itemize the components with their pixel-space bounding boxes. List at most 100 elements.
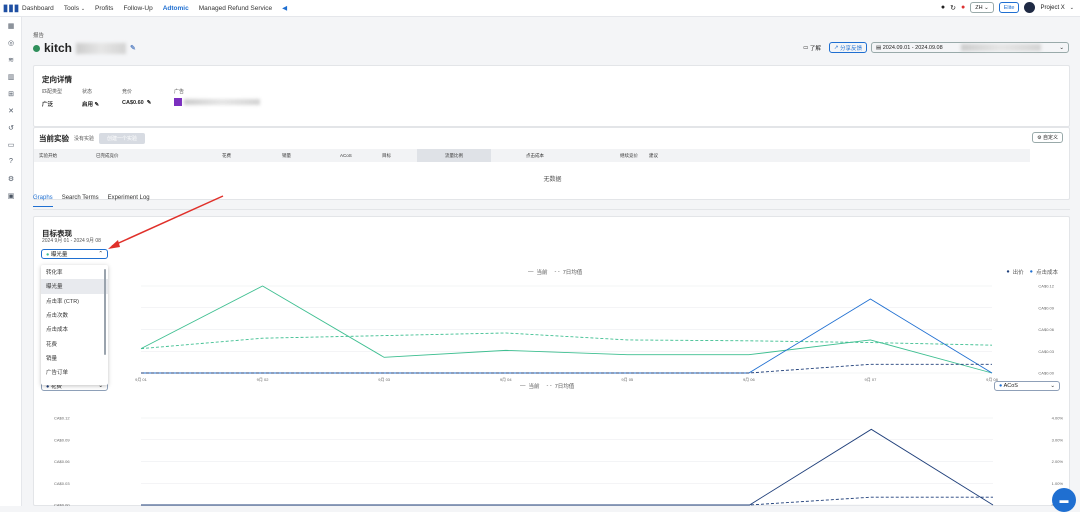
y-tick-label-right: 4.00%	[1052, 416, 1064, 421]
x-tick-label: 9月 02	[257, 377, 270, 382]
nav-follow-up[interactable]: Follow-Up	[123, 5, 152, 12]
redacted-text	[961, 44, 1041, 51]
pin-icon[interactable]: ◀	[282, 4, 287, 12]
calendar-icon[interactable]: ▭	[0, 136, 22, 153]
learn-label: 了解	[810, 44, 821, 52]
bid-label: 竞价	[122, 88, 132, 95]
series-line	[141, 429, 993, 505]
legend-right: ●出价 ●点击成本	[1006, 268, 1058, 276]
date-range-picker[interactable]: ▤ 2024.09.01 - 2024.09.08 ⌄	[871, 42, 1069, 53]
status-text: 启用	[82, 102, 93, 108]
menu-item-ctr[interactable]: 点击率 (CTR)	[41, 294, 108, 308]
menu-item-cpc[interactable]: 点击成本	[41, 322, 108, 336]
tab-graphs[interactable]: Graphs	[33, 195, 53, 207]
menu-item-spend[interactable]: 花费	[41, 336, 108, 350]
experiment-table-header: 实验开始 已完成竞价 花费 销量 ACoS 目标 流量比例 点击成本 继续竞价 …	[34, 149, 1030, 162]
menu-item-conversion[interactable]: 转化率	[41, 265, 108, 279]
menu-item-impressions[interactable]: 曝光量	[41, 279, 108, 293]
tab-search-terms[interactable]: Search Terms	[62, 195, 99, 207]
share-feedback-button[interactable]: ↗ 分享反馈	[829, 42, 867, 53]
language-select[interactable]: ZH ⌄	[970, 2, 993, 13]
legend-top: —当前 - -7日均值	[528, 268, 582, 276]
status-label: 状态	[82, 88, 92, 95]
legend-avg: 7日均值	[555, 382, 575, 390]
avatar[interactable]	[1024, 2, 1035, 13]
nav-adtomic[interactable]: Adtomic	[163, 5, 189, 12]
experiment-card: 当前实验 没有实验 创建一个实验 ⚙ 自定义 实验开始 已完成竞价 花费 销量 …	[33, 127, 1070, 200]
status-value[interactable]: 启用 ✎	[82, 100, 99, 108]
box-icon[interactable]: ▣	[0, 187, 22, 204]
create-experiment-button[interactable]: 创建一个实验	[99, 133, 145, 144]
chat-icon[interactable]: ●	[941, 4, 945, 11]
menu-item-sales[interactable]: 销量	[41, 351, 108, 365]
globe-icon[interactable]: ◎	[0, 34, 22, 51]
trend-icon[interactable]: ≋	[0, 51, 22, 68]
dot-icon: ●	[999, 383, 1002, 389]
chat-widget-button[interactable]: ▬	[1052, 488, 1076, 512]
dashed-line-icon: - -	[555, 269, 560, 275]
solid-line-icon: —	[528, 269, 534, 275]
dot-icon: ●	[1030, 269, 1033, 275]
y-tick-label-right: 2.00%	[1052, 459, 1064, 464]
legend-avg: 7日均值	[563, 268, 583, 276]
chevron-down-icon: ⌄	[1059, 45, 1064, 51]
project-name[interactable]: Project X	[1040, 5, 1064, 11]
redacted-title	[76, 43, 126, 54]
dot-icon: ●	[1006, 269, 1009, 275]
custom-label: 自定义	[1043, 134, 1058, 141]
menu-item-clicks[interactable]: 点击次数	[41, 308, 108, 322]
y-tick-label-right: CA$0.09	[1038, 305, 1054, 310]
bar-chart-icon[interactable]: ▥	[0, 68, 22, 85]
page-title-text: kitch	[44, 41, 72, 55]
learn-button[interactable]: ▭ 了解	[799, 42, 825, 53]
col-header: 继续竞价	[620, 153, 638, 159]
x-tick-label: 9月 01	[135, 377, 148, 382]
chevron-down-icon[interactable]: ⌄	[1070, 5, 1074, 11]
metric-select-3-value: ACoS	[1004, 383, 1018, 389]
y-tick-label-left: CA$0.12	[54, 416, 70, 421]
app-logo-icon[interactable]: ▮▮▮	[0, 3, 22, 14]
metric-select[interactable]: ● 曝光量 ⌃	[41, 249, 108, 259]
y-tick-label-right: 1.00%	[1052, 481, 1064, 486]
edit-icon[interactable]: ✎	[130, 44, 136, 52]
col-header: 建议	[649, 153, 658, 159]
nav-tools-label: Tools	[64, 5, 79, 12]
help-icon[interactable]: ?	[0, 153, 22, 170]
legend-cpc: 点击成本	[1036, 268, 1058, 276]
x-tick-label: 9月 06	[743, 377, 756, 382]
language-label: ZH	[975, 5, 982, 11]
dashed-line-icon: - -	[547, 383, 552, 389]
menu-scrollbar[interactable]	[104, 269, 106, 355]
y-tick-label-left: CA$0.03	[54, 481, 70, 486]
x-tick-label: 9月 03	[378, 377, 391, 382]
settings-icon[interactable]: ⚙	[0, 170, 22, 187]
nav-profits[interactable]: Profits	[95, 5, 113, 12]
metric-select-value: 曝光量	[51, 252, 68, 258]
refresh-icon[interactable]: ↻	[950, 4, 956, 12]
col-header: 销量	[282, 153, 291, 159]
grid-icon[interactable]: ▦	[0, 17, 22, 34]
history-icon[interactable]: ↺	[0, 119, 22, 136]
x-tick-label: 9月 05	[621, 377, 634, 382]
metric-select-3[interactable]: ● ACoS ⌄	[994, 381, 1060, 391]
tools-icon[interactable]: ✕	[0, 102, 22, 119]
nav-tools[interactable]: Tools ⌄	[64, 5, 85, 12]
page-title: kitch ✎	[33, 41, 136, 55]
sidebar: ▦ ◎ ≋ ▥ ⊞ ✕ ↺ ▭ ? ⚙ ▣	[0, 17, 22, 506]
menu-item-orders[interactable]: 广告订单	[41, 365, 108, 379]
series-line	[141, 497, 993, 505]
custom-button[interactable]: ⚙ 自定义	[1032, 132, 1063, 143]
col-header: 目标	[382, 153, 391, 159]
product-thumb	[174, 98, 182, 106]
nav-managed-refund[interactable]: Managed Refund Service	[199, 5, 272, 12]
bell-icon[interactable]: ●	[961, 4, 965, 11]
table-icon[interactable]: ⊞	[0, 85, 22, 102]
col-header: ACoS	[340, 153, 352, 158]
elite-badge[interactable]: Elite	[999, 2, 1020, 13]
match-type-label: 匹配类型	[42, 88, 62, 95]
col-header: 花费	[222, 153, 231, 159]
nav-dashboard[interactable]: Dashboard	[22, 5, 54, 12]
legend-bottom: —当前 - -7日均值	[520, 382, 574, 390]
bid-value[interactable]: CA$0.60 ✎	[122, 100, 151, 106]
chevron-down-icon: ⌄	[81, 6, 85, 12]
